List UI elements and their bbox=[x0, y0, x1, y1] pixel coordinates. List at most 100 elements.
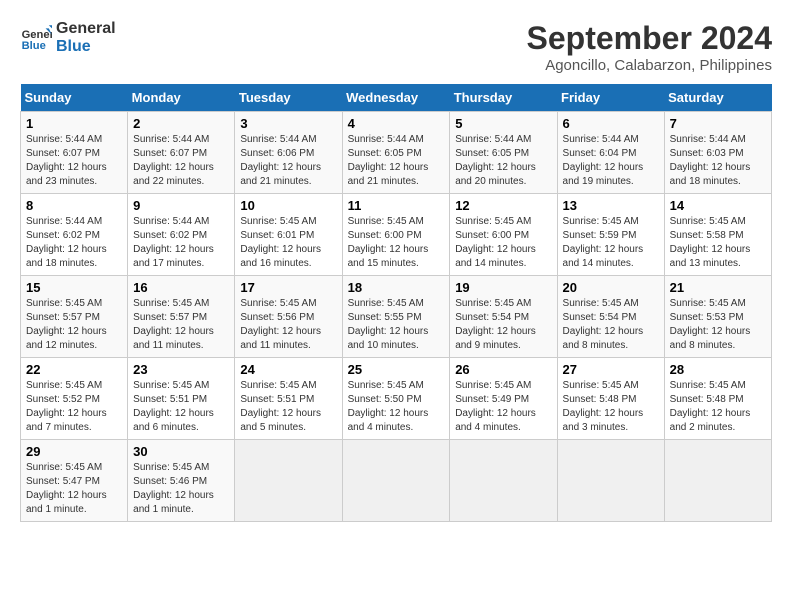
day-details: Sunrise: 5:45 AM Sunset: 6:00 PM Dayligh… bbox=[455, 215, 551, 271]
calendar-cell: 4 Sunrise: 5:44 AM Sunset: 6:05 PM Dayli… bbox=[342, 112, 450, 194]
calendar-cell: 7 Sunrise: 5:44 AM Sunset: 6:03 PM Dayli… bbox=[664, 112, 771, 194]
calendar-cell: 27 Sunrise: 5:45 AM Sunset: 5:48 PM Dayl… bbox=[557, 358, 664, 440]
calendar-cell: 29 Sunrise: 5:45 AM Sunset: 5:47 PM Dayl… bbox=[21, 440, 128, 522]
day-details: Sunrise: 5:45 AM Sunset: 5:48 PM Dayligh… bbox=[670, 379, 766, 435]
day-number: 23 bbox=[133, 362, 229, 377]
calendar-cell: 24 Sunrise: 5:45 AM Sunset: 5:51 PM Dayl… bbox=[235, 358, 342, 440]
svg-text:General: General bbox=[22, 29, 52, 41]
calendar-week-5: 29 Sunrise: 5:45 AM Sunset: 5:47 PM Dayl… bbox=[21, 440, 772, 522]
calendar-cell: 15 Sunrise: 5:45 AM Sunset: 5:57 PM Dayl… bbox=[21, 276, 128, 358]
day-number: 21 bbox=[670, 280, 766, 295]
calendar-cell: 20 Sunrise: 5:45 AM Sunset: 5:54 PM Dayl… bbox=[557, 276, 664, 358]
weekday-header-saturday: Saturday bbox=[664, 84, 771, 112]
day-details: Sunrise: 5:45 AM Sunset: 5:56 PM Dayligh… bbox=[240, 297, 336, 353]
weekday-header-monday: Monday bbox=[128, 84, 235, 112]
day-number: 20 bbox=[563, 280, 659, 295]
day-details: Sunrise: 5:45 AM Sunset: 5:46 PM Dayligh… bbox=[133, 461, 229, 517]
calendar-week-3: 15 Sunrise: 5:45 AM Sunset: 5:57 PM Dayl… bbox=[21, 276, 772, 358]
day-number: 24 bbox=[240, 362, 336, 377]
day-number: 1 bbox=[26, 116, 122, 131]
calendar-table: SundayMondayTuesdayWednesdayThursdayFrid… bbox=[20, 84, 772, 522]
day-details: Sunrise: 5:45 AM Sunset: 5:59 PM Dayligh… bbox=[563, 215, 659, 271]
day-number: 16 bbox=[133, 280, 229, 295]
calendar-cell: 5 Sunrise: 5:44 AM Sunset: 6:05 PM Dayli… bbox=[450, 112, 557, 194]
day-details: Sunrise: 5:45 AM Sunset: 5:49 PM Dayligh… bbox=[455, 379, 551, 435]
calendar-cell: 14 Sunrise: 5:45 AM Sunset: 5:58 PM Dayl… bbox=[664, 194, 771, 276]
calendar-cell: 3 Sunrise: 5:44 AM Sunset: 6:06 PM Dayli… bbox=[235, 112, 342, 194]
day-details: Sunrise: 5:45 AM Sunset: 5:57 PM Dayligh… bbox=[133, 297, 229, 353]
day-details: Sunrise: 5:45 AM Sunset: 5:57 PM Dayligh… bbox=[26, 297, 122, 353]
day-details: Sunrise: 5:44 AM Sunset: 6:06 PM Dayligh… bbox=[240, 133, 336, 189]
day-details: Sunrise: 5:44 AM Sunset: 6:07 PM Dayligh… bbox=[133, 133, 229, 189]
day-number: 25 bbox=[348, 362, 445, 377]
logo-icon: General Blue bbox=[20, 22, 52, 54]
calendar-cell bbox=[450, 440, 557, 522]
calendar-cell: 12 Sunrise: 5:45 AM Sunset: 6:00 PM Dayl… bbox=[450, 194, 557, 276]
day-number: 13 bbox=[563, 198, 659, 213]
day-number: 22 bbox=[26, 362, 122, 377]
calendar-cell: 18 Sunrise: 5:45 AM Sunset: 5:55 PM Dayl… bbox=[342, 276, 450, 358]
day-details: Sunrise: 5:45 AM Sunset: 5:51 PM Dayligh… bbox=[240, 379, 336, 435]
day-details: Sunrise: 5:45 AM Sunset: 6:00 PM Dayligh… bbox=[348, 215, 445, 271]
day-details: Sunrise: 5:44 AM Sunset: 6:02 PM Dayligh… bbox=[26, 215, 122, 271]
calendar-cell: 19 Sunrise: 5:45 AM Sunset: 5:54 PM Dayl… bbox=[450, 276, 557, 358]
calendar-cell: 8 Sunrise: 5:44 AM Sunset: 6:02 PM Dayli… bbox=[21, 194, 128, 276]
calendar-cell: 13 Sunrise: 5:45 AM Sunset: 5:59 PM Dayl… bbox=[557, 194, 664, 276]
calendar-week-2: 8 Sunrise: 5:44 AM Sunset: 6:02 PM Dayli… bbox=[21, 194, 772, 276]
day-number: 19 bbox=[455, 280, 551, 295]
calendar-cell bbox=[235, 440, 342, 522]
logo-line1: General bbox=[56, 20, 116, 38]
day-details: Sunrise: 5:45 AM Sunset: 5:48 PM Dayligh… bbox=[563, 379, 659, 435]
day-number: 17 bbox=[240, 280, 336, 295]
calendar-body: 1 Sunrise: 5:44 AM Sunset: 6:07 PM Dayli… bbox=[21, 112, 772, 522]
day-details: Sunrise: 5:45 AM Sunset: 5:53 PM Dayligh… bbox=[670, 297, 766, 353]
weekday-header-row: SundayMondayTuesdayWednesdayThursdayFrid… bbox=[21, 84, 772, 112]
day-details: Sunrise: 5:45 AM Sunset: 5:58 PM Dayligh… bbox=[670, 215, 766, 271]
calendar-cell: 11 Sunrise: 5:45 AM Sunset: 6:00 PM Dayl… bbox=[342, 194, 450, 276]
page-subtitle: Agoncillo, Calabarzon, Philippines bbox=[527, 57, 772, 74]
day-number: 28 bbox=[670, 362, 766, 377]
day-number: 27 bbox=[563, 362, 659, 377]
title-area: September 2024 Agoncillo, Calabarzon, Ph… bbox=[527, 20, 772, 74]
day-details: Sunrise: 5:45 AM Sunset: 5:55 PM Dayligh… bbox=[348, 297, 445, 353]
calendar-cell bbox=[557, 440, 664, 522]
day-number: 10 bbox=[240, 198, 336, 213]
calendar-cell: 2 Sunrise: 5:44 AM Sunset: 6:07 PM Dayli… bbox=[128, 112, 235, 194]
day-details: Sunrise: 5:45 AM Sunset: 5:52 PM Dayligh… bbox=[26, 379, 122, 435]
calendar-cell: 6 Sunrise: 5:44 AM Sunset: 6:04 PM Dayli… bbox=[557, 112, 664, 194]
day-number: 7 bbox=[670, 116, 766, 131]
calendar-cell: 21 Sunrise: 5:45 AM Sunset: 5:53 PM Dayl… bbox=[664, 276, 771, 358]
day-number: 15 bbox=[26, 280, 122, 295]
calendar-cell: 9 Sunrise: 5:44 AM Sunset: 6:02 PM Dayli… bbox=[128, 194, 235, 276]
calendar-week-1: 1 Sunrise: 5:44 AM Sunset: 6:07 PM Dayli… bbox=[21, 112, 772, 194]
calendar-cell: 22 Sunrise: 5:45 AM Sunset: 5:52 PM Dayl… bbox=[21, 358, 128, 440]
day-details: Sunrise: 5:44 AM Sunset: 6:07 PM Dayligh… bbox=[26, 133, 122, 189]
day-number: 11 bbox=[348, 198, 445, 213]
day-details: Sunrise: 5:45 AM Sunset: 6:01 PM Dayligh… bbox=[240, 215, 336, 271]
header: General Blue General Blue September 2024… bbox=[20, 20, 772, 74]
weekday-header-wednesday: Wednesday bbox=[342, 84, 450, 112]
day-details: Sunrise: 5:44 AM Sunset: 6:04 PM Dayligh… bbox=[563, 133, 659, 189]
calendar-cell: 25 Sunrise: 5:45 AM Sunset: 5:50 PM Dayl… bbox=[342, 358, 450, 440]
day-number: 12 bbox=[455, 198, 551, 213]
calendar-cell: 23 Sunrise: 5:45 AM Sunset: 5:51 PM Dayl… bbox=[128, 358, 235, 440]
day-number: 14 bbox=[670, 198, 766, 213]
day-details: Sunrise: 5:45 AM Sunset: 5:47 PM Dayligh… bbox=[26, 461, 122, 517]
day-details: Sunrise: 5:45 AM Sunset: 5:54 PM Dayligh… bbox=[563, 297, 659, 353]
calendar-cell: 17 Sunrise: 5:45 AM Sunset: 5:56 PM Dayl… bbox=[235, 276, 342, 358]
day-number: 18 bbox=[348, 280, 445, 295]
weekday-header-sunday: Sunday bbox=[21, 84, 128, 112]
day-details: Sunrise: 5:45 AM Sunset: 5:50 PM Dayligh… bbox=[348, 379, 445, 435]
day-details: Sunrise: 5:44 AM Sunset: 6:05 PM Dayligh… bbox=[348, 133, 445, 189]
day-details: Sunrise: 5:44 AM Sunset: 6:03 PM Dayligh… bbox=[670, 133, 766, 189]
day-number: 3 bbox=[240, 116, 336, 131]
logo: General Blue General Blue bbox=[20, 20, 116, 55]
calendar-cell bbox=[664, 440, 771, 522]
weekday-header-thursday: Thursday bbox=[450, 84, 557, 112]
day-number: 29 bbox=[26, 444, 122, 459]
calendar-cell: 30 Sunrise: 5:45 AM Sunset: 5:46 PM Dayl… bbox=[128, 440, 235, 522]
weekday-header-tuesday: Tuesday bbox=[235, 84, 342, 112]
day-number: 26 bbox=[455, 362, 551, 377]
weekday-header-friday: Friday bbox=[557, 84, 664, 112]
calendar-week-4: 22 Sunrise: 5:45 AM Sunset: 5:52 PM Dayl… bbox=[21, 358, 772, 440]
